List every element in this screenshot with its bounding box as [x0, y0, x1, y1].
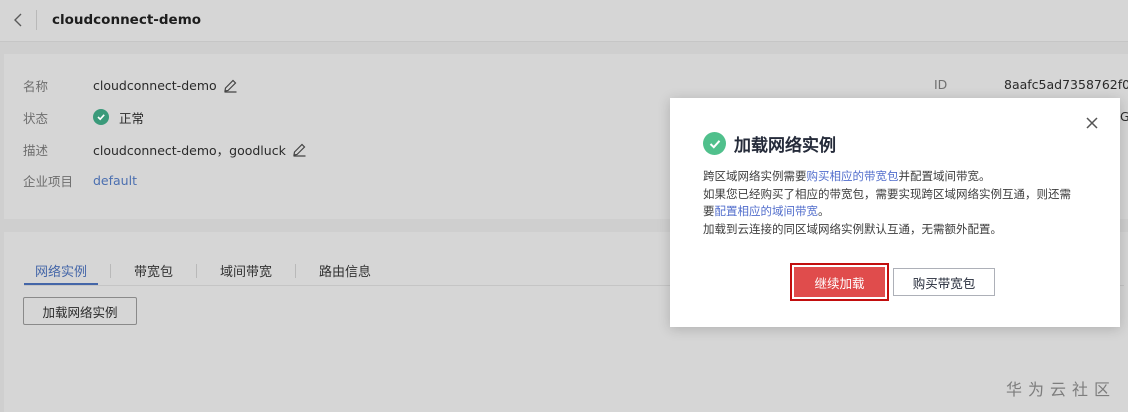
- description-text: cloudconnect-demo，goodluck: [93, 142, 286, 158]
- enterprise-project-label: 企业项目: [23, 173, 74, 189]
- name-label: 名称: [23, 78, 49, 94]
- watermark: 华为云社区: [1006, 380, 1117, 399]
- name-text: cloudconnect-demo: [93, 77, 217, 93]
- name-value: cloudconnect-demo: [93, 78, 238, 93]
- dialog-line-3: 要配置相应的域间带宽。: [703, 203, 1098, 221]
- line1-text: 跨区域网络实例需要: [703, 169, 807, 183]
- page-header: cloudconnect-demo: [0, 0, 1128, 42]
- status-row: 状态 正常: [23, 107, 144, 127]
- enterprise-project-link[interactable]: default: [93, 173, 137, 188]
- header-divider: [36, 10, 37, 30]
- continue-load-button[interactable]: 继续加载: [794, 267, 885, 297]
- edit-name-icon[interactable]: [223, 78, 238, 93]
- configure-inter-domain-link[interactable]: 配置相应的域间带宽: [715, 204, 819, 218]
- tab-bar: 网络实例 带宽包 域间带宽 路由信息: [24, 258, 382, 286]
- tab-divider: [295, 264, 297, 278]
- line3-suffix: 。: [818, 204, 830, 218]
- buy-bandwidth-button[interactable]: 购买带宽包: [893, 268, 995, 296]
- tab-bandwidth-packages[interactable]: 带宽包: [123, 258, 184, 286]
- status-label: 状态: [23, 110, 49, 126]
- tab-divider: [110, 264, 112, 278]
- dialog-line-2: 如果您已经购买了相应的带宽包，需要实现跨区域网络实例互通，则还需: [703, 186, 1071, 201]
- buy-bandwidth-link[interactable]: 购买相应的带宽包: [807, 169, 899, 183]
- enterprise-project-row: 企业项目 default: [23, 170, 137, 190]
- continue-button-highlight: 继续加载: [790, 263, 889, 301]
- tab-network-instances[interactable]: 网络实例: [24, 258, 99, 286]
- tab-route-info[interactable]: 路由信息: [308, 258, 382, 286]
- dialog-line-4: 加载到云连接的同区域网络实例默认互通，无需额外配置。: [703, 221, 1002, 236]
- name-row: 名称 cloudconnect-demo: [23, 75, 238, 95]
- status-value: 正常: [93, 108, 144, 127]
- tab-divider: [196, 264, 198, 278]
- description-value: cloudconnect-demo，goodluck: [93, 140, 307, 159]
- edit-description-icon[interactable]: [292, 142, 307, 157]
- line3-text: 要: [703, 204, 715, 218]
- dialog-message: 跨区域网络实例需要购买相应的带宽包并配置域间带宽。 如果您已经购买了相应的带宽包…: [703, 168, 1098, 238]
- close-icon[interactable]: [1084, 115, 1100, 131]
- tab-inter-domain-bandwidth[interactable]: 域间带宽: [209, 258, 283, 286]
- description-row: 描述 cloudconnect-demo，goodluck: [23, 139, 307, 159]
- page-title: cloudconnect-demo: [52, 12, 202, 28]
- dialog-title: 加载网络实例: [734, 136, 836, 156]
- line1-suffix: 并配置域间带宽。: [898, 169, 991, 183]
- status-ok-icon: [93, 109, 109, 125]
- status-text: 正常: [119, 110, 145, 126]
- dialog-header: 加载网络实例: [703, 131, 836, 156]
- chevron-left-icon[interactable]: [10, 11, 28, 29]
- success-check-icon: [703, 132, 726, 155]
- dialog-line-1: 跨区域网络实例需要购买相应的带宽包并配置域间带宽。: [703, 168, 1098, 186]
- truncated-value: G: [1120, 109, 1128, 124]
- description-label: 描述: [23, 142, 49, 158]
- load-network-instance-button[interactable]: 加载网络实例: [23, 297, 137, 325]
- id-value: 8aafc5ad7358762f0173: [1004, 77, 1128, 92]
- id-label: ID: [934, 77, 948, 92]
- load-instance-dialog: 加载网络实例 跨区域网络实例需要购买相应的带宽包并配置域间带宽。 如果您已经购买…: [670, 98, 1120, 327]
